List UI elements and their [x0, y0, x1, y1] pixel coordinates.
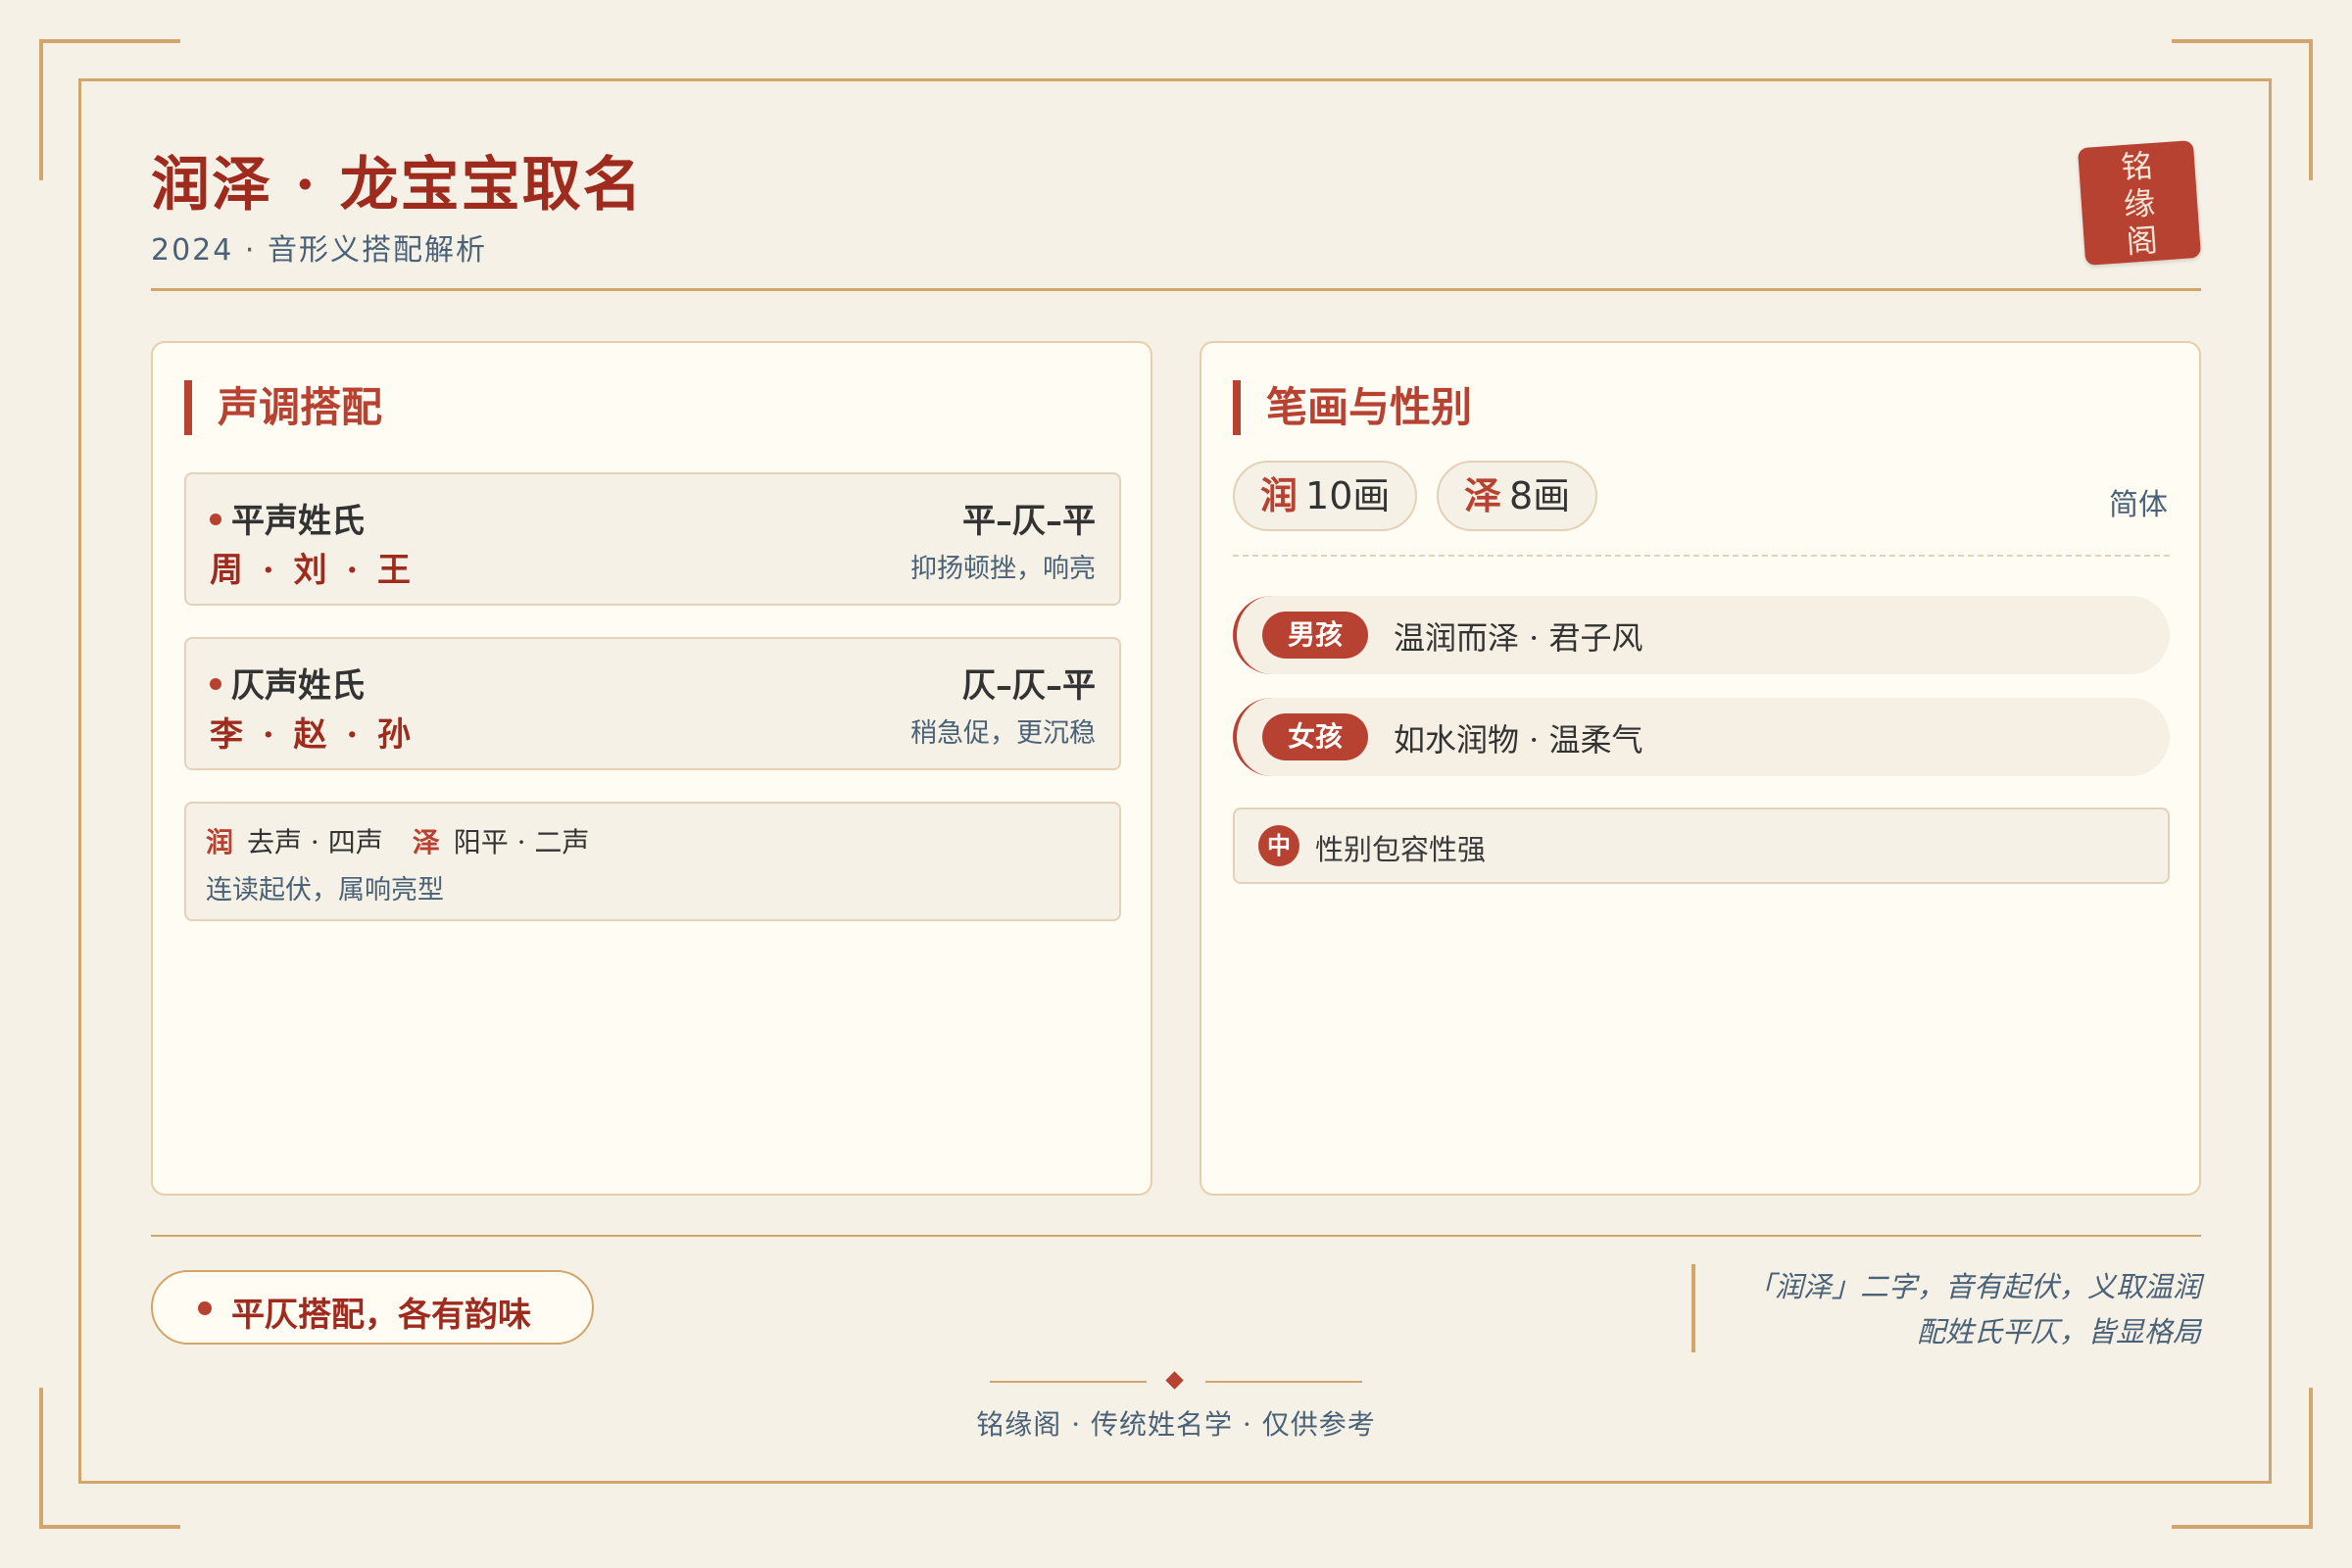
- stroke-card-title: 笔画与性别: [1233, 380, 1472, 435]
- script-note: 简体: [2109, 488, 2168, 522]
- char-ze: 泽: [412, 826, 440, 858]
- stroke-count-ze: 泽 8画: [1437, 461, 1598, 531]
- tone-card: 声调搭配 平声姓氏 周 · 刘 · 王 平–仄–平 抑扬顿挫，响亮 仄声姓氏 李…: [151, 341, 1152, 1196]
- footer-divider: [151, 1235, 2201, 1237]
- stroke-count-run: 润 10画: [1233, 461, 1418, 531]
- bullet-dot-icon: [198, 1301, 212, 1315]
- char-run-tone: 去声 · 四声: [247, 826, 383, 858]
- bullet-dot-icon: [210, 678, 221, 690]
- quote-line: 「润泽」二字，音有起伏，义取温润: [1745, 1270, 2201, 1303]
- dashed-divider: [1233, 555, 2170, 557]
- tone-group-label: 平声姓氏: [231, 502, 365, 541]
- gender-tag: 男孩: [1262, 612, 1368, 659]
- quote-block: 「润泽」二字，音有起伏，义取温润 配姓氏平仄，皆显格局: [1691, 1264, 2201, 1352]
- stroke-char: 泽: [1464, 473, 1502, 517]
- neutral-badge-icon: 中: [1258, 825, 1299, 866]
- gender-neutral-note: 中 性别包容性强: [1233, 808, 2170, 884]
- character-tone-info: 润去声 · 四声泽阳平 · 二声 连读起伏，属响亮型: [184, 802, 1121, 921]
- summary-text: 平仄搭配，各有韵味: [231, 1296, 531, 1335]
- char-ze-tone: 阳平 · 二声: [453, 826, 590, 858]
- surname-examples: 李 · 赵 · 孙: [210, 715, 416, 755]
- tone-pattern: 仄–仄–平: [962, 666, 1096, 706]
- tone-group-oblique: 仄声姓氏 李 · 赵 · 孙 仄–仄–平 稍急促，更沉稳: [184, 637, 1121, 770]
- stroke-gender-card: 笔画与性别 润 10画 泽 8画 简体 男孩 温润而泽 · 君子风 女孩 如水润物 …: [1200, 341, 2201, 1196]
- stroke-count: 10画: [1305, 474, 1391, 517]
- ornament-line-left: [990, 1381, 1147, 1383]
- summary-badge: 平仄搭配，各有韵味: [151, 1270, 594, 1345]
- gender-row-boy: 男孩 温润而泽 · 君子风: [1233, 596, 2170, 674]
- page-subtitle: 2024 · 音形义搭配解析: [151, 233, 487, 268]
- header-divider: [151, 288, 2201, 291]
- tone-pattern: 平–仄–平: [962, 502, 1096, 541]
- footer-text: 铭缘阁 · 传统姓名学 · 仅供参考: [976, 1408, 1376, 1441]
- tone-note: 稍急促，更沉稳: [910, 718, 1096, 749]
- tone-group-level: 平声姓氏 周 · 刘 · 王 平–仄–平 抑扬顿挫，响亮: [184, 472, 1121, 606]
- ornament-line-right: [1205, 1381, 1362, 1383]
- tone-summary: 连读起伏，属响亮型: [206, 875, 444, 906]
- tone-group-label: 仄声姓氏: [231, 666, 365, 706]
- page-title: 润泽 · 龙宝宝取名: [151, 151, 644, 220]
- gender-row-girl: 女孩 如水润物 · 温柔气: [1233, 698, 2170, 776]
- surname-examples: 周 · 刘 · 王: [210, 551, 416, 590]
- char-run: 润: [206, 826, 234, 858]
- gender-tag: 女孩: [1262, 713, 1368, 760]
- stroke-count: 8画: [1509, 474, 1571, 517]
- tone-card-title: 声调搭配: [184, 380, 382, 435]
- seal-char: 阁: [2125, 220, 2160, 261]
- bullet-dot-icon: [210, 514, 221, 525]
- gender-description: 温润而泽 · 君子风: [1394, 619, 1643, 657]
- seal-stamp: 铭 缘 阁: [2077, 140, 2202, 266]
- tone-note: 抑扬顿挫，响亮: [910, 554, 1096, 584]
- gender-description: 如水润物 · 温柔气: [1394, 721, 1643, 759]
- stroke-char: 润: [1260, 473, 1298, 517]
- neutral-text: 性别包容性强: [1315, 833, 1487, 866]
- quote-line: 配姓氏平仄，皆显格局: [1916, 1315, 2201, 1348]
